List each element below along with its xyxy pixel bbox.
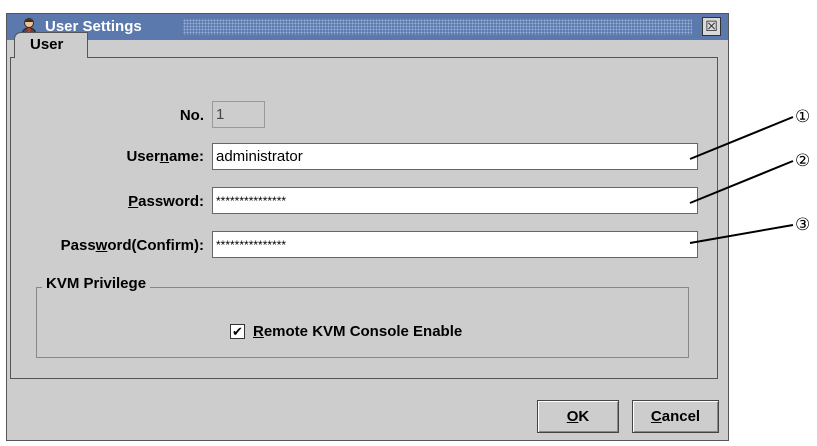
callout-2: ② [795, 151, 811, 171]
callout-line-1 [689, 116, 794, 160]
callout-1: ① [795, 107, 811, 127]
callout-3: ③ [795, 215, 811, 235]
callout-lines [689, 116, 794, 244]
tab-user[interactable]: User [14, 32, 88, 58]
tab-user-label: User [30, 36, 64, 53]
callout-line-2 [689, 160, 794, 204]
callout-line-3 [689, 224, 794, 244]
